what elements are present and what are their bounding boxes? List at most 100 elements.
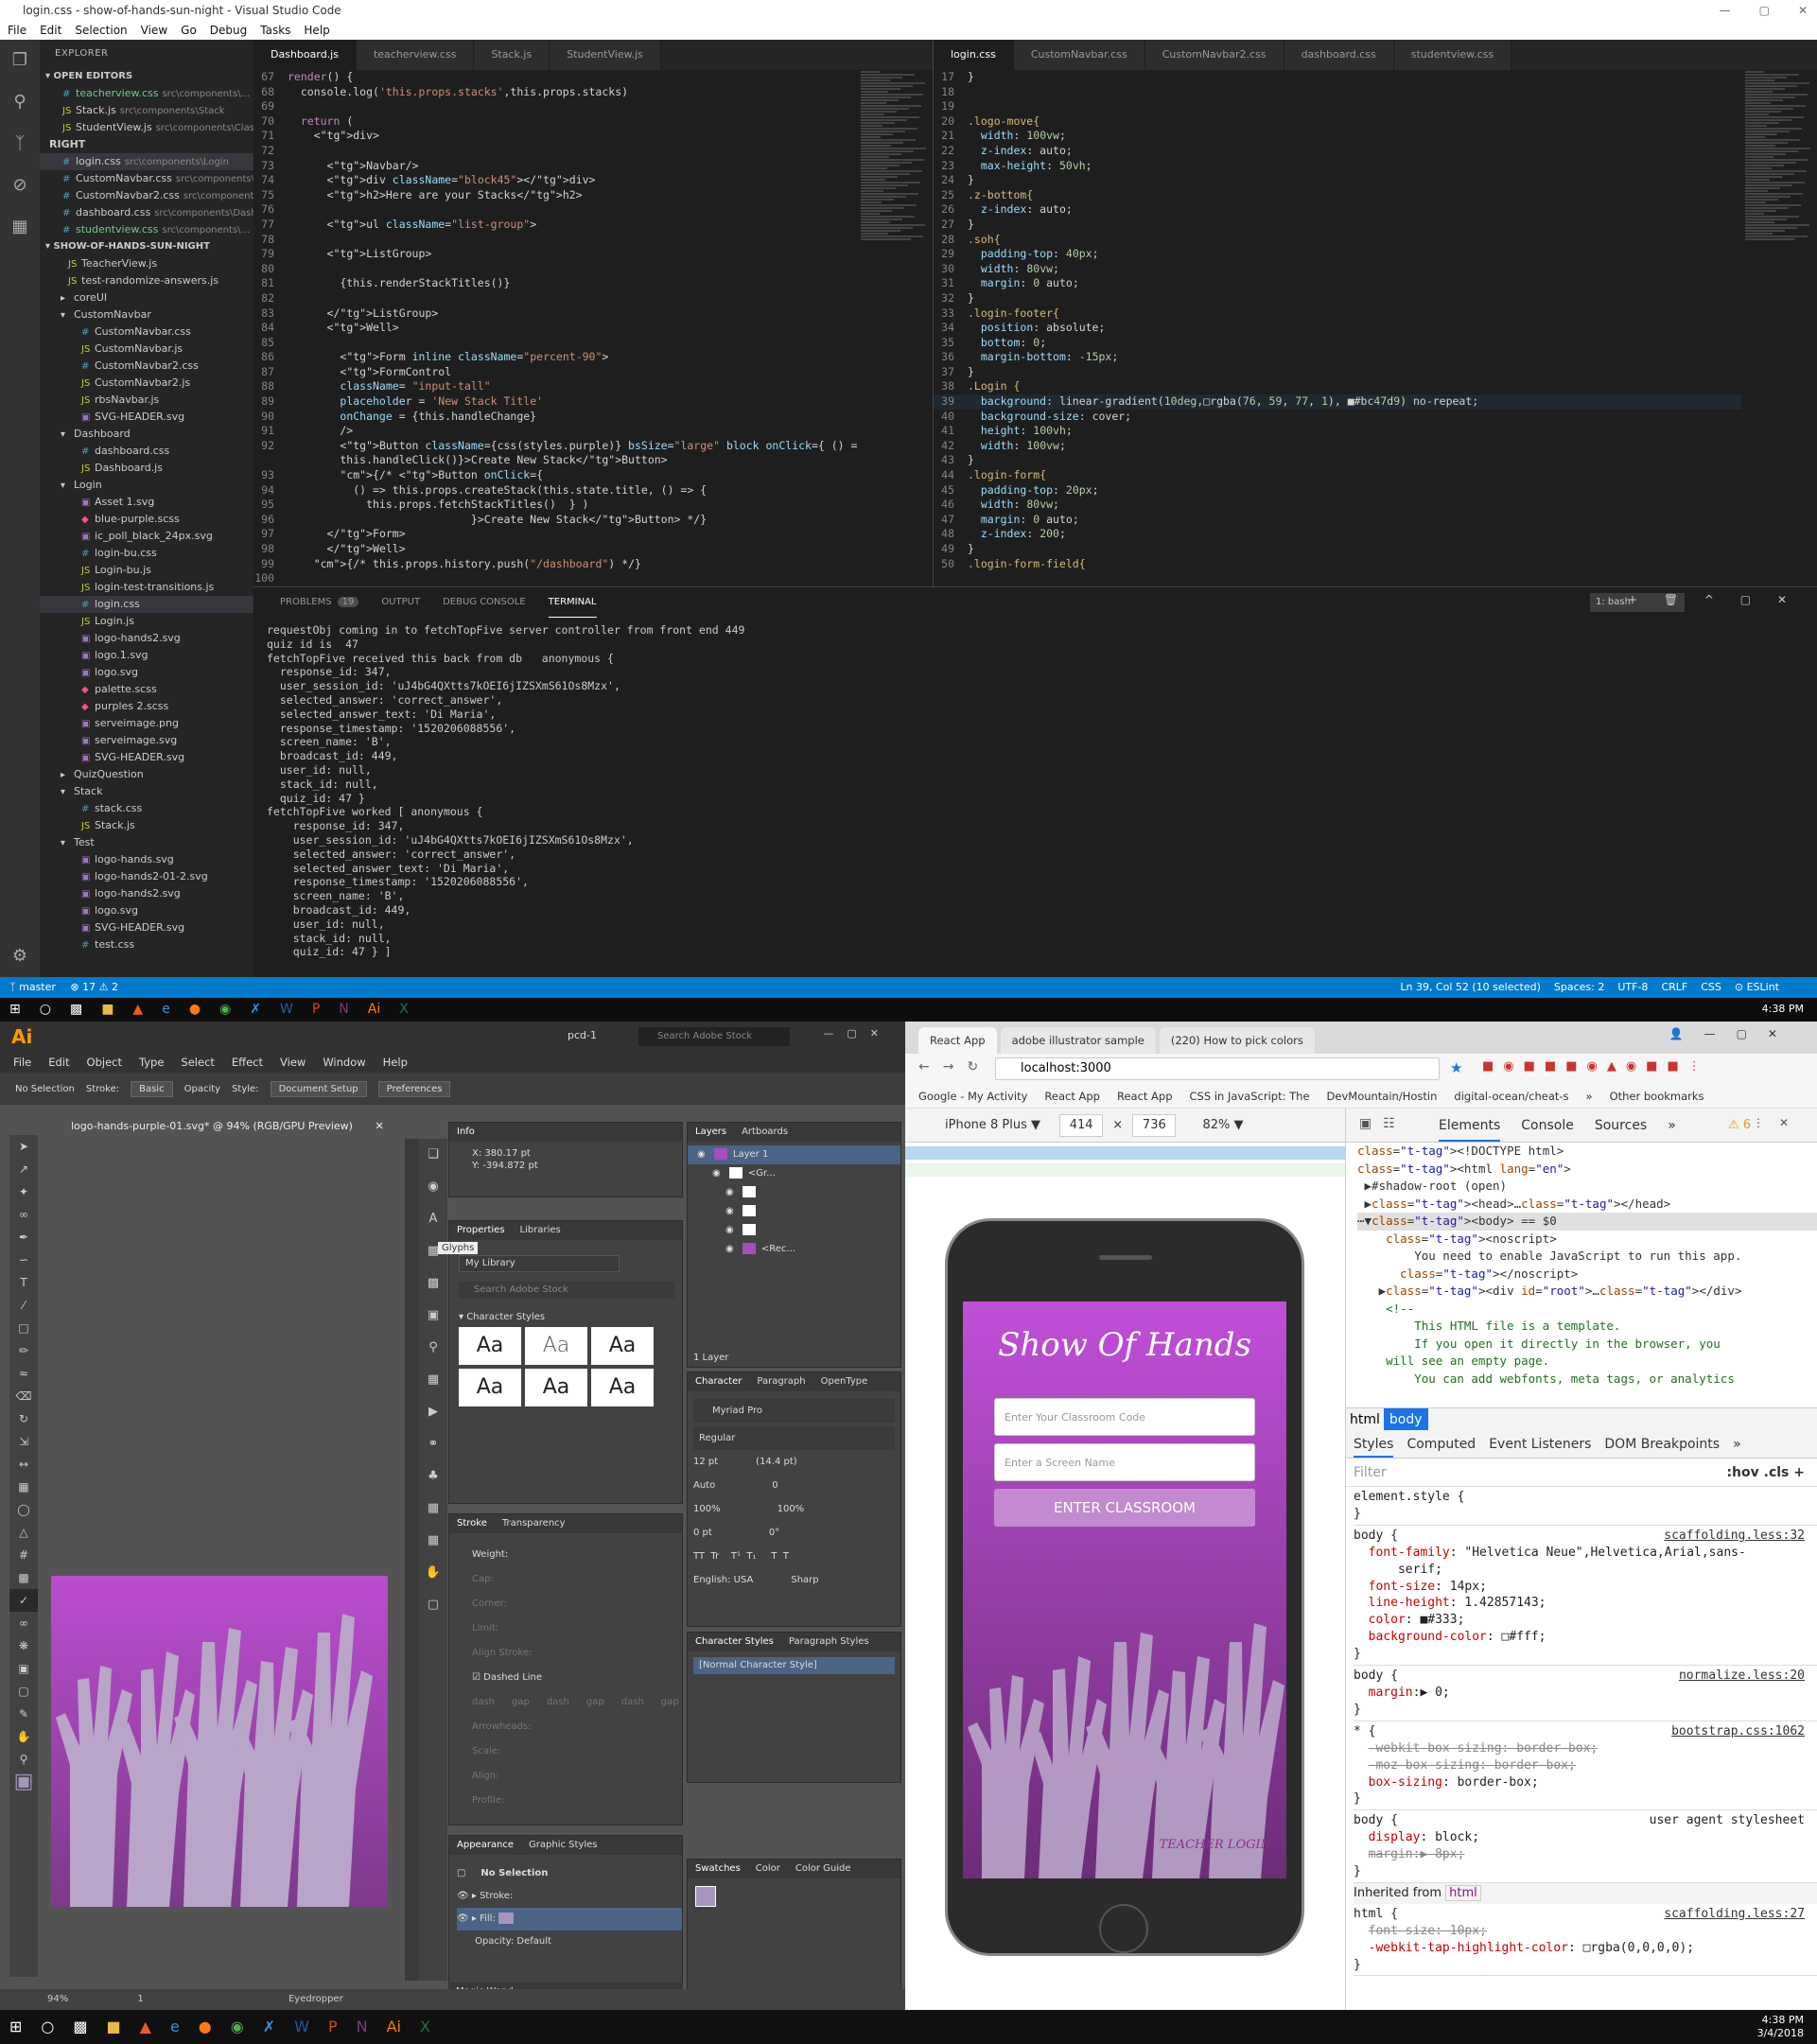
file-item[interactable]: # dashboard.css [40, 443, 253, 460]
ai-menu-help[interactable]: Help [383, 1052, 408, 1073]
file-item[interactable]: JS Stack.js [40, 817, 253, 834]
panel-actions[interactable]: + 🗑 ^ ▢ ✕ [1628, 593, 1798, 606]
gradient-icon[interactable]: ▩ [9, 1566, 38, 1589]
open-editor-item[interactable]: RIGHT [40, 136, 253, 153]
dom-line[interactable]: ▶class="t-tag"><div id="root">…class="t-… [1357, 1283, 1817, 1301]
file-item[interactable]: ▣ logo-hands.svg [40, 851, 253, 868]
blend-icon[interactable]: ∞ [9, 1612, 38, 1634]
bookmark-item[interactable]: Google - My Activity [918, 1084, 1027, 1108]
artboard[interactable] [51, 1576, 388, 1907]
file-item[interactable]: JS test-randomize-answers.js [40, 272, 253, 289]
file-item[interactable]: JS CustomNavbar2.js [40, 375, 253, 392]
rule-property[interactable]: background-color: □#fff; [1354, 1629, 1817, 1646]
file-item[interactable]: ▣ logo-hands2-01-2.svg [40, 868, 253, 885]
rotation-field[interactable]: 0° [769, 1521, 779, 1545]
fill-color-swatch[interactable] [695, 1886, 716, 1907]
open-editor-item[interactable]: # dashboard.csssrc\components\Dashb... [40, 204, 253, 221]
left-code-editor[interactable]: 67 render() {68 console.log('this.props.s… [253, 70, 933, 586]
artboard-tool-icon[interactable]: ▢ [9, 1680, 38, 1703]
rotate-tool-icon[interactable]: ↻ [9, 1407, 38, 1430]
chrome-icon[interactable]: ◉ [231, 2010, 244, 2044]
bookmark-item[interactable]: DevMountain/Hostin [1327, 1084, 1438, 1108]
windows-start-icon[interactable]: ⊞ [9, 2010, 22, 2044]
visibility-eye-icon[interactable]: ◉ [725, 1244, 737, 1254]
slice-tool-icon[interactable]: ✎ [9, 1703, 38, 1725]
ai-menu-type[interactable]: Type [139, 1052, 164, 1073]
excel-icon[interactable]: X [420, 2010, 430, 2044]
visibility-eye-icon[interactable]: ◉ [697, 1149, 708, 1160]
ai-menu-window[interactable]: Window [323, 1052, 365, 1073]
cortana-icon[interactable]: ○ [41, 2010, 54, 2044]
menu-file[interactable]: File [8, 21, 26, 40]
tab-character[interactable]: Character [695, 1372, 742, 1391]
editor-tab[interactable]: teacherview.css [356, 40, 475, 70]
rule-property[interactable]: color: ■#333; [1354, 1612, 1817, 1629]
rule-property[interactable]: -webkit-tap-highlight-color: □rgba(0,0,0… [1354, 1940, 1817, 1957]
tab-libraries[interactable]: Libraries [520, 1221, 561, 1240]
css-rule[interactable]: body {scaffolding.less:32 font-family: "… [1354, 1526, 1817, 1667]
terminal-output[interactable]: requestObj coming in to fetchTopFive ser… [267, 623, 744, 959]
css-rule[interactable]: html {scaffolding.less:27 font-size: 10p… [1354, 1904, 1817, 1977]
dom-line[interactable]: ▶#shadow-root (open) [1357, 1178, 1817, 1196]
vscode-icon[interactable]: ✗ [263, 2010, 275, 2044]
tab-appearance[interactable]: Appearance [457, 1836, 514, 1855]
editor-tab[interactable]: Stack.js [474, 40, 550, 70]
open-editor-item[interactable]: JS Stack.js src\components\Stack [40, 102, 253, 119]
menu-edit[interactable]: Edit [40, 21, 61, 40]
browser-tab[interactable]: (220) How to pick colors [1159, 1027, 1315, 1054]
rule-source[interactable]: normalize.less:20 [1679, 1668, 1805, 1685]
media-query-bar[interactable] [905, 1146, 1345, 1160]
edge-icon[interactable]: e [162, 998, 170, 1022]
tab-artboards[interactable]: Artboards [742, 1123, 788, 1142]
rectangle-tool-icon[interactable]: □ [9, 1317, 38, 1339]
font-style-field[interactable]: Regular [693, 1426, 895, 1450]
devtools-tab[interactable]: Elements [1439, 1109, 1501, 1142]
file-item[interactable]: ▣ logo-hands2.svg [40, 885, 253, 902]
maximize-icon[interactable]: ▢ [1759, 0, 1770, 21]
scale-tool-icon[interactable]: ⇲ [9, 1430, 38, 1453]
vscode-icon[interactable]: ✗ [250, 998, 261, 1022]
explorer-icon[interactable]: ■ [107, 2010, 121, 2044]
curvature-icon[interactable]: ∽ [9, 1249, 38, 1271]
baseline-field[interactable]: 0 pt [693, 1521, 712, 1545]
folder-item[interactable]: ▾ CustomNavbar [40, 306, 253, 323]
menu-help[interactable]: Help [304, 21, 329, 40]
ai-menu-edit[interactable]: Edit [48, 1052, 69, 1073]
tab-paragraph[interactable]: Paragraph [757, 1372, 805, 1391]
visibility-eye-icon[interactable]: ◉ [725, 1225, 737, 1235]
tab-stroke[interactable]: Stroke [457, 1514, 487, 1533]
open-editors-header[interactable]: ▾ OPEN EDITORS [40, 68, 253, 85]
dom-line[interactable]: class="t-tag"><!DOCTYPE html> [1357, 1143, 1817, 1161]
tab-paragraph-styles[interactable]: Paragraph Styles [789, 1633, 869, 1651]
menu-go[interactable]: Go [181, 21, 197, 40]
status-item[interactable]: CRLF [1661, 977, 1687, 998]
char-style-swatch[interactable]: Aa [525, 1327, 587, 1365]
file-item[interactable]: ◆ palette.scss [40, 681, 253, 698]
illustrator-icon[interactable]: Ai [368, 998, 380, 1022]
layer-row[interactable]: ◉ <Gr... [688, 1164, 900, 1183]
file-item[interactable]: ▣ SVG-HEADER.svg [40, 919, 253, 936]
file-item[interactable]: # login.css [40, 596, 253, 613]
file-item[interactable]: ▣ logo.svg [40, 902, 253, 919]
editor-tab[interactable]: StudentView.js [550, 40, 661, 70]
file-item[interactable]: # test.css [40, 936, 253, 953]
antialias-field[interactable]: Sharp [791, 1568, 818, 1592]
editor-tab[interactable]: CustomNavbar.css [1013, 40, 1145, 70]
eraser-icon[interactable]: ⌫ [9, 1385, 38, 1407]
canvas-scrollbar[interactable] [405, 1139, 419, 1981]
ai-menu-view[interactable]: View [280, 1052, 306, 1073]
brave-icon[interactable]: ▲ [140, 2010, 151, 2044]
control-item[interactable]: Basic [131, 1080, 173, 1097]
file-item[interactable]: # stack.css [40, 800, 253, 817]
library-select[interactable]: My Library [459, 1255, 620, 1272]
ai-menu-file[interactable]: File [13, 1052, 31, 1073]
file-item[interactable]: ▣ Asset 1.svg [40, 494, 253, 511]
dashed-line-label[interactable]: ☑ Dashed Line [472, 1666, 682, 1690]
layer-row[interactable]: ◉ [688, 1221, 900, 1240]
firefox-icon[interactable]: ● [199, 2010, 212, 2044]
editor-tab[interactable]: CustomNavbar2.css [1144, 40, 1284, 70]
type-case-buttons[interactable]: TT Tr T¹ T₁ T Т [693, 1545, 895, 1568]
char-style-swatch[interactable]: Aa [525, 1369, 587, 1406]
rule-source[interactable]: scaffolding.less:27 [1664, 1906, 1805, 1923]
control-item[interactable]: Stroke: [86, 1084, 119, 1094]
